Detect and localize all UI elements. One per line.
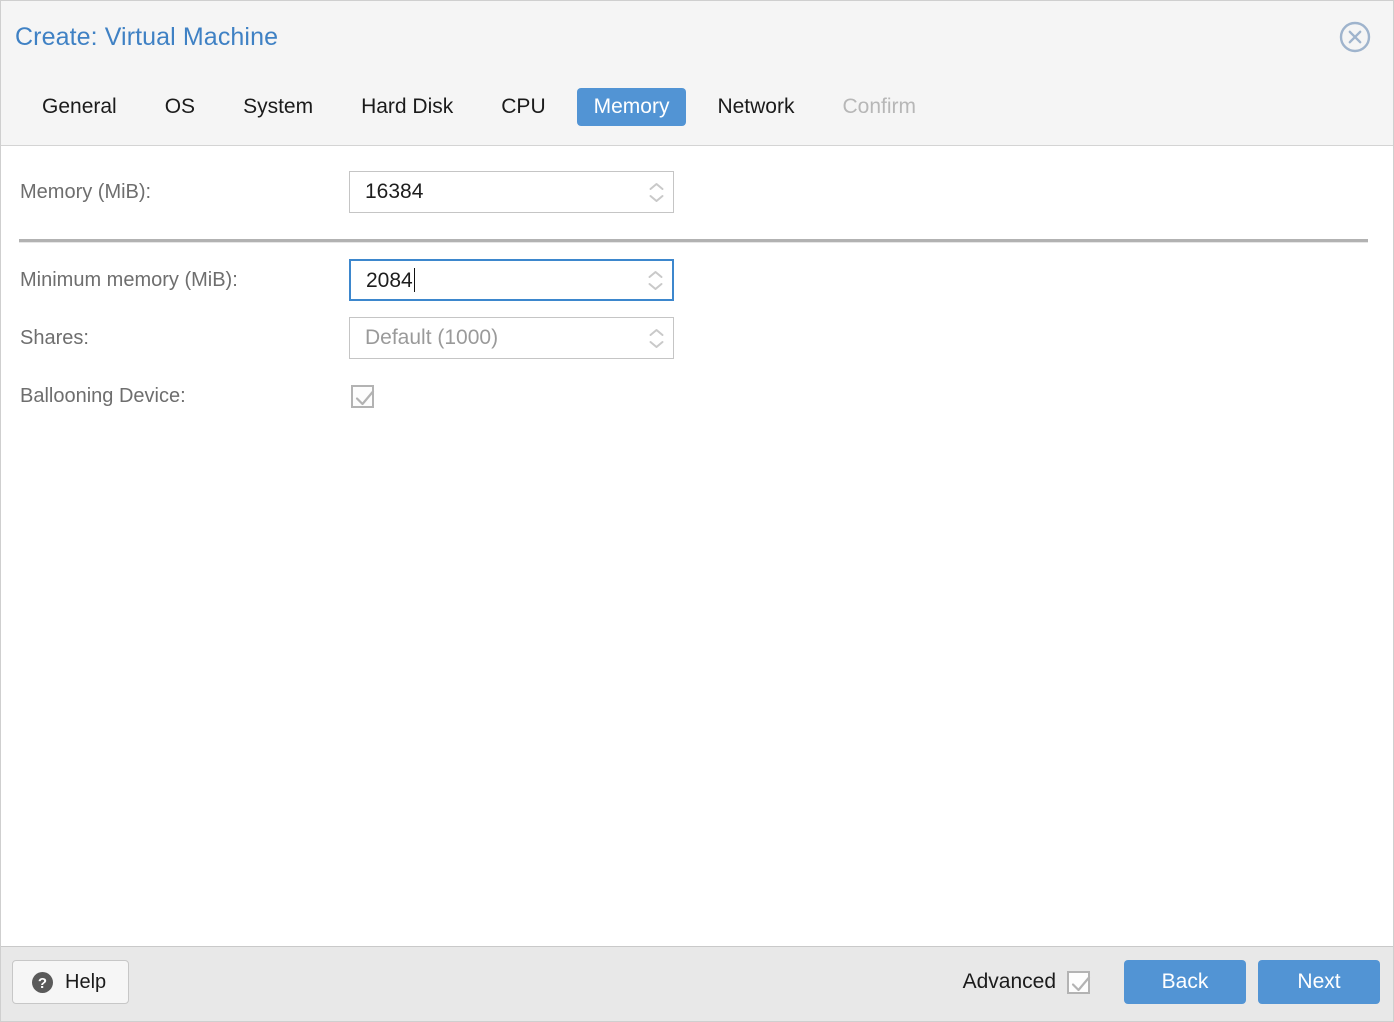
tab-os[interactable]: OS <box>148 88 212 126</box>
memory-input-value: 16384 <box>365 180 424 203</box>
tab-hard-disk[interactable]: Hard Disk <box>344 88 470 126</box>
ballooning-row: Ballooning Device: <box>1 375 1393 417</box>
shares-label: Shares: <box>20 326 89 349</box>
help-button[interactable]: ? Help <box>12 960 130 1004</box>
tab-general[interactable]: General <box>25 88 134 126</box>
tab-cpu[interactable]: CPU <box>484 88 562 126</box>
back-button[interactable]: Back <box>1124 960 1246 1004</box>
minimum-memory-row: Minimum memory (MiB): 2084 <box>1 259 1393 301</box>
minimum-memory-stepper[interactable] <box>638 261 672 299</box>
dialog-body: Memory (MiB): 16384 Minimum memory (MiB)… <box>1 146 1393 946</box>
next-button[interactable]: Next <box>1258 960 1380 1004</box>
question-circle-icon: ? <box>31 971 54 994</box>
svg-text:?: ? <box>38 975 47 992</box>
ballooning-checkbox[interactable] <box>351 384 375 408</box>
close-icon[interactable] <box>1338 20 1372 54</box>
page-title: Create: Virtual Machine <box>15 23 279 51</box>
tab-confirm: Confirm <box>842 95 916 118</box>
dialog-header: Create: Virtual Machine General OS Syste… <box>1 1 1393 146</box>
tab-memory[interactable]: Memory <box>576 88 687 127</box>
advanced-checkbox[interactable] <box>1067 970 1091 994</box>
tab-system[interactable]: System <box>226 88 330 126</box>
shares-row: Shares: Default (1000) <box>1 317 1393 359</box>
advanced-label: Advanced <box>962 970 1056 993</box>
tab-network[interactable]: Network <box>700 88 811 126</box>
memory-input[interactable]: 16384 <box>349 171 674 213</box>
minimum-memory-input[interactable]: 2084 <box>349 259 674 301</box>
memory-stepper[interactable] <box>639 172 673 212</box>
minimum-memory-input-value: 2084 <box>366 267 415 292</box>
text-cursor <box>413 267 415 292</box>
memory-label: Memory (MiB): <box>20 180 152 203</box>
create-vm-dialog: Create: Virtual Machine General OS Syste… <box>0 0 1394 1022</box>
section-divider <box>19 239 1368 243</box>
shares-input[interactable]: Default (1000) <box>349 317 674 359</box>
shares-input-placeholder: Default (1000) <box>365 326 499 349</box>
shares-stepper[interactable] <box>639 318 673 358</box>
help-button-label: Help <box>65 970 107 993</box>
minimum-memory-label: Minimum memory (MiB): <box>20 268 238 291</box>
memory-row: Memory (MiB): 16384 <box>1 171 1393 213</box>
wizard-tabbar: General OS System Hard Disk CPU Memory N… <box>1 88 947 127</box>
dialog-footer: ? Help Advanced Back Next <box>1 946 1393 1021</box>
ballooning-label: Ballooning Device: <box>20 384 186 407</box>
footer-actions: Advanced Back Next <box>963 960 1380 1004</box>
